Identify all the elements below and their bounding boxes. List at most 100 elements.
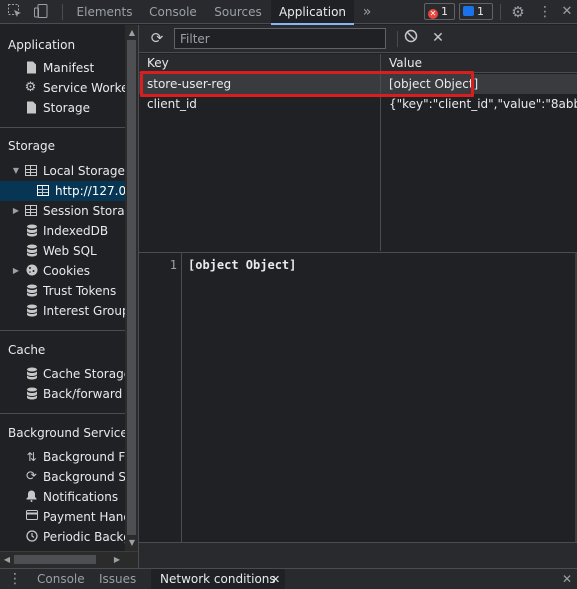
sidebar-item-indexeddb[interactable]: IndexedDB <box>0 221 125 241</box>
application-sidebar: Application Manifest ⚙ Service Workers S… <box>0 25 125 551</box>
clock-icon <box>25 530 38 544</box>
database-icon <box>25 387 38 401</box>
drawer-tab-console[interactable]: Console <box>37 569 85 589</box>
sidebar-item-notifications[interactable]: Notifications <box>0 487 125 507</box>
card-icon <box>25 510 38 524</box>
section-divider <box>0 330 125 331</box>
sync-icon: ⟳ <box>26 469 37 484</box>
value-preview-pane <box>139 252 577 542</box>
message-count: 1 <box>477 5 484 18</box>
sidebar-item-cache-storage[interactable]: Cache Storage <box>0 364 125 384</box>
scroll-down-arrow[interactable]: ▼ <box>127 538 137 548</box>
sidebar-item-label: Payment Handler <box>43 510 125 524</box>
sidebar-item-label: IndexedDB <box>43 224 109 238</box>
database-icon <box>25 244 38 258</box>
bell-icon <box>25 490 38 504</box>
table-cell-value: {"key":"client_id","value":"8abba82… <box>389 97 577 111</box>
cookie-icon <box>25 264 38 278</box>
error-count-badge[interactable]: ✕ 1 <box>424 3 455 20</box>
section-title-storage: Storage <box>8 139 55 153</box>
tab-elements[interactable]: Elements <box>68 0 141 24</box>
gear-icon: ⚙ <box>24 80 37 95</box>
gear-icon[interactable]: ⚙ <box>509 3 527 21</box>
chevron-right-icon[interactable]: ▶ <box>12 266 20 276</box>
toolbar-divider <box>397 31 398 47</box>
sidebar-item-label: Periodic Background Sync <box>43 530 125 544</box>
sidebar-item-label: Back/forward cache <box>43 387 125 401</box>
sidebar-item-label: Interest Groups <box>43 304 125 318</box>
sidebar-item-label: Trust Tokens <box>43 284 117 298</box>
drawer-tab-label: Network conditions <box>160 572 276 586</box>
scroll-left-arrow[interactable]: ◀ <box>2 555 12 565</box>
tab-console[interactable]: Console <box>141 0 205 24</box>
sidebar-item-session-storage[interactable]: ▶ Session Storage <box>0 201 125 221</box>
sidebar-item-storage[interactable]: Storage <box>0 98 125 118</box>
file-icon <box>25 61 38 75</box>
sidebar-item-label: Web SQL <box>43 244 97 258</box>
devtools-toolbar: Elements Console Sources Application » ✕… <box>0 0 577 25</box>
block-icon[interactable] <box>402 29 420 47</box>
chevron-down-icon[interactable]: ▼ <box>12 166 20 176</box>
sidebar-item-periodic-background-sync[interactable]: Periodic Background Sync <box>0 527 125 547</box>
tab-sources[interactable]: Sources <box>205 0 271 24</box>
scroll-up-arrow[interactable]: ▲ <box>127 28 137 38</box>
sidebar-item-label: http://127.0.0.1:8080 <box>55 184 125 198</box>
section-title-cache: Cache <box>8 343 46 357</box>
database-icon <box>25 224 38 238</box>
toolbar-divider <box>500 4 501 20</box>
kebab-menu-icon[interactable]: ⋮ <box>536 3 554 21</box>
sidebar-item-label: Storage <box>43 101 90 115</box>
updown-arrows-icon: ⇅ <box>26 450 37 464</box>
sidebar-item-label: Notifications <box>43 490 119 504</box>
sidebar-item-local-storage-origin[interactable]: http://127.0.0.1:8080 <box>0 181 125 201</box>
close-icon[interactable]: ✕ <box>271 569 280 589</box>
drawer-tab-network-conditions[interactable]: Network conditions ✕ <box>151 569 285 589</box>
file-icon <box>25 101 38 115</box>
section-title-background-services: Background Services <box>8 426 125 440</box>
tab-application[interactable]: Application <box>271 0 354 25</box>
close-icon[interactable]: ✕ <box>429 29 447 47</box>
sidebar-scroll-thumb[interactable] <box>127 40 136 535</box>
refresh-icon[interactable]: ⟳ <box>148 29 166 47</box>
sidebar-item-label: Manifest <box>43 61 95 75</box>
filter-input[interactable] <box>174 28 386 49</box>
sidebar-item-label: Local Storage <box>43 164 125 178</box>
device-toggle-icon[interactable] <box>32 3 50 21</box>
sidebar-item-payment-handler[interactable]: Payment Handler <box>0 507 125 527</box>
close-devtools-icon[interactable]: ✕ <box>558 3 576 21</box>
table-row[interactable]: client_id {"key":"client_id","value":"8a… <box>139 94 577 114</box>
sidebar-item-label: Cookies <box>43 264 90 278</box>
storage-filter-bar: ⟳ ✕ <box>139 25 577 53</box>
message-count-badge[interactable]: 1 <box>459 3 493 20</box>
preview-status-bar <box>139 542 577 568</box>
sidebar-hscroll-thumb[interactable] <box>14 555 96 564</box>
sidebar-item-service-workers[interactable]: ⚙ Service Workers <box>0 78 125 98</box>
error-count: 1 <box>441 5 448 18</box>
sidebar-item-label: Background Fetch <box>43 450 125 464</box>
message-icon <box>463 6 474 16</box>
sidebar-item-background-fetch[interactable]: ⇅ Background Fetch <box>0 447 125 467</box>
sidebar-item-web-sql[interactable]: Web SQL <box>0 241 125 261</box>
sidebar-item-label: Background Sync <box>43 470 125 484</box>
drawer-tab-issues[interactable]: Issues <box>99 569 136 589</box>
drawer-tabbar: ⋮ Console Issues Network conditions ✕ ✕ <box>0 568 577 589</box>
sidebar-item-background-sync[interactable]: ⟳ Background Sync <box>0 467 125 487</box>
sidebar-item-trust-tokens[interactable]: Trust Tokens <box>0 281 125 301</box>
scroll-right-arrow[interactable]: ▶ <box>112 555 122 565</box>
preview-content[interactable]: [object Object] <box>188 258 296 272</box>
database-icon <box>25 284 38 298</box>
sidebar-item-manifest[interactable]: Manifest <box>0 58 125 78</box>
sidebar-item-label: Service Workers <box>43 81 125 95</box>
more-tabs-button[interactable]: » <box>358 0 376 24</box>
sidebar-item-local-storage[interactable]: ▼ Local Storage <box>0 161 125 181</box>
section-title-application: Application <box>8 38 76 52</box>
chevron-right-icon[interactable]: ▶ <box>12 206 20 216</box>
close-drawer-icon[interactable]: ✕ <box>561 569 573 589</box>
cursor-inspect-icon[interactable] <box>6 3 24 21</box>
sidebar-item-interest-groups[interactable]: Interest Groups <box>0 301 125 321</box>
database-icon <box>25 367 38 381</box>
kebab-icon[interactable]: ⋮ <box>8 569 22 589</box>
sidebar-item-back-forward-cache[interactable]: Back/forward cache <box>0 384 125 404</box>
annotation-highlight-box <box>140 71 474 97</box>
sidebar-item-cookies[interactable]: ▶ Cookies <box>0 261 125 281</box>
